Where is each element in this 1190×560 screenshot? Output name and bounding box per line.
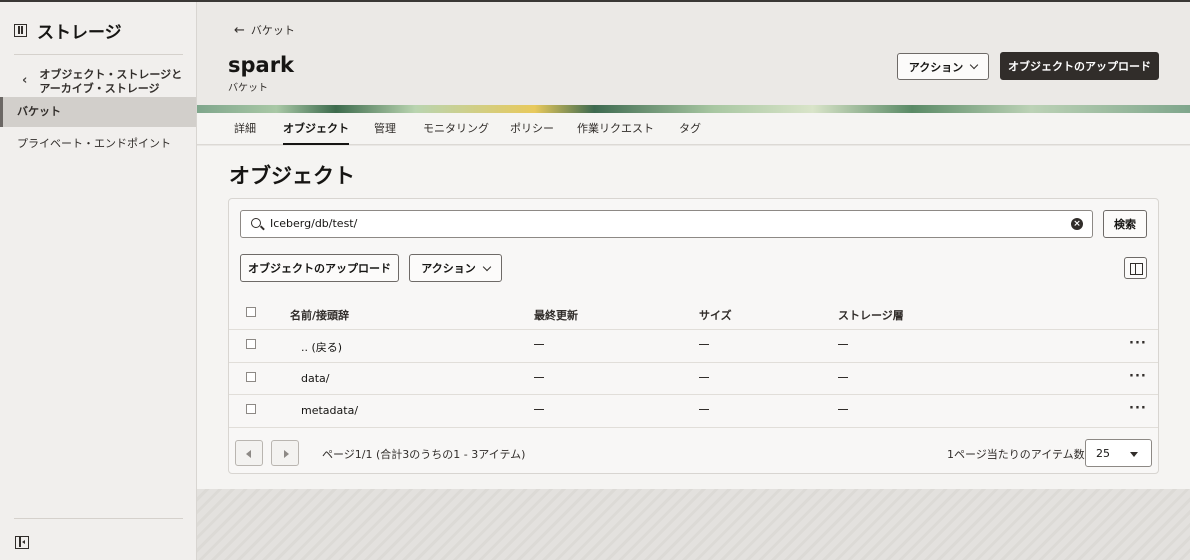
sidebar-item-buckets[interactable]: バケット: [0, 97, 196, 127]
tab-management[interactable]: 管理: [374, 113, 396, 145]
items-per-page-select[interactable]: 25: [1085, 439, 1152, 467]
sidebar-divider: [14, 54, 183, 55]
page-subtitle: バケット: [228, 83, 268, 94]
chevron-down-icon: [482, 262, 491, 271]
storage-panel-icon: [14, 24, 27, 37]
tab-monitoring[interactable]: モニタリング: [423, 113, 489, 145]
caret-left-icon: [246, 450, 251, 458]
column-header-storage-tier[interactable]: ストレージ層: [838, 307, 904, 323]
chevron-down-icon: [969, 60, 979, 70]
header-banner: [197, 105, 1190, 113]
collapse-sidebar-icon[interactable]: [15, 536, 29, 549]
sidebar-item-private-endpoints[interactable]: プライベート・エンドポイント: [0, 129, 196, 159]
sidebar-bottom-divider: [14, 518, 183, 519]
size-empty: [699, 344, 709, 345]
tab-objects[interactable]: オブジェクト: [283, 113, 349, 145]
tab-policy[interactable]: ポリシー: [510, 113, 554, 145]
search-icon: [251, 218, 261, 228]
header-actions-label: アクション: [908, 60, 964, 74]
object-name[interactable]: .. (戻る): [301, 339, 342, 355]
object-name[interactable]: metadata/: [301, 404, 358, 417]
column-settings-icon[interactable]: [1124, 257, 1147, 279]
column-header-last-modified[interactable]: 最終更新: [534, 307, 578, 323]
header-upload-button[interactable]: オブジェクトのアップロード: [1000, 52, 1159, 80]
row-actions-menu-icon[interactable]: ···: [1129, 336, 1147, 351]
row-actions-menu-icon[interactable]: ···: [1129, 369, 1147, 384]
table-header-divider: [229, 329, 1158, 330]
size-empty: [699, 409, 709, 410]
storage-tier-empty: [838, 377, 848, 378]
arrow-left-icon: ←: [234, 22, 245, 38]
back-to-buckets-link[interactable]: ← バケット: [234, 22, 295, 38]
objects-actions-label: アクション: [421, 262, 476, 275]
row-actions-menu-icon[interactable]: ···: [1129, 401, 1147, 416]
previous-page-button[interactable]: [235, 440, 263, 466]
row-divider: [229, 427, 1158, 428]
items-per-page-value: 25: [1096, 447, 1110, 460]
object-name[interactable]: data/: [301, 372, 329, 385]
tab-tags[interactable]: タグ: [679, 113, 701, 145]
storage-tier-empty: [838, 409, 848, 410]
tab-details[interactable]: 詳細: [234, 113, 256, 145]
column-header-name[interactable]: 名前/接頭辞: [290, 307, 349, 323]
page-title: spark: [228, 53, 295, 77]
tab-bar: 詳細 オブジェクト 管理 モニタリング ポリシー 作業リクエスト タグ: [197, 113, 1190, 145]
caret-down-icon: [1130, 452, 1138, 457]
search-value: Iceberg/db/test/: [270, 217, 358, 230]
next-page-button[interactable]: [271, 440, 299, 466]
chevron-left-icon: ‹: [22, 73, 28, 88]
sidebar-back-label-line2: アーカイブ・ストレージ: [39, 82, 160, 95]
tab-work-requests[interactable]: 作業リクエスト: [577, 113, 654, 145]
row-divider: [229, 394, 1158, 395]
row-checkbox[interactable]: [246, 339, 256, 349]
decorative-footer: [197, 489, 1190, 560]
objects-panel: [228, 198, 1159, 474]
objects-actions-button[interactable]: アクション: [409, 254, 502, 282]
sidebar-title: ストレージ: [37, 23, 122, 43]
sidebar-header: ストレージ: [14, 18, 122, 43]
caret-right-icon: [284, 450, 289, 458]
row-divider: [229, 362, 1158, 363]
size-empty: [699, 377, 709, 378]
search-button[interactable]: 検索: [1103, 210, 1147, 238]
header-actions-button[interactable]: アクション: [897, 53, 989, 80]
clear-search-icon[interactable]: ×: [1071, 218, 1083, 230]
section-title: オブジェクト: [229, 164, 355, 188]
sidebar-back-link[interactable]: ‹ オブジェクト・ストレージと アーカイブ・ストレージ: [22, 68, 182, 96]
column-header-size[interactable]: サイズ: [699, 307, 732, 323]
row-checkbox[interactable]: [246, 404, 256, 414]
pagination-status: ページ1/1 (合計3のうちの1 - 3アイテム): [322, 448, 526, 461]
search-input[interactable]: Iceberg/db/test/ ×: [240, 210, 1093, 238]
upload-objects-button[interactable]: オブジェクトのアップロード: [240, 254, 399, 282]
items-per-page-label: 1ページ当たりのアイテム数: [947, 448, 1085, 461]
storage-tier-empty: [838, 344, 848, 345]
last-modified-empty: [534, 409, 544, 410]
sidebar: ストレージ ‹ オブジェクト・ストレージと アーカイブ・ストレージ バケット プ…: [0, 2, 197, 560]
last-modified-empty: [534, 377, 544, 378]
select-all-checkbox[interactable]: [246, 307, 256, 317]
last-modified-empty: [534, 344, 544, 345]
sidebar-back-label-line1: オブジェクト・ストレージと: [39, 68, 183, 81]
row-checkbox[interactable]: [246, 372, 256, 382]
back-link-label: バケット: [250, 24, 295, 37]
